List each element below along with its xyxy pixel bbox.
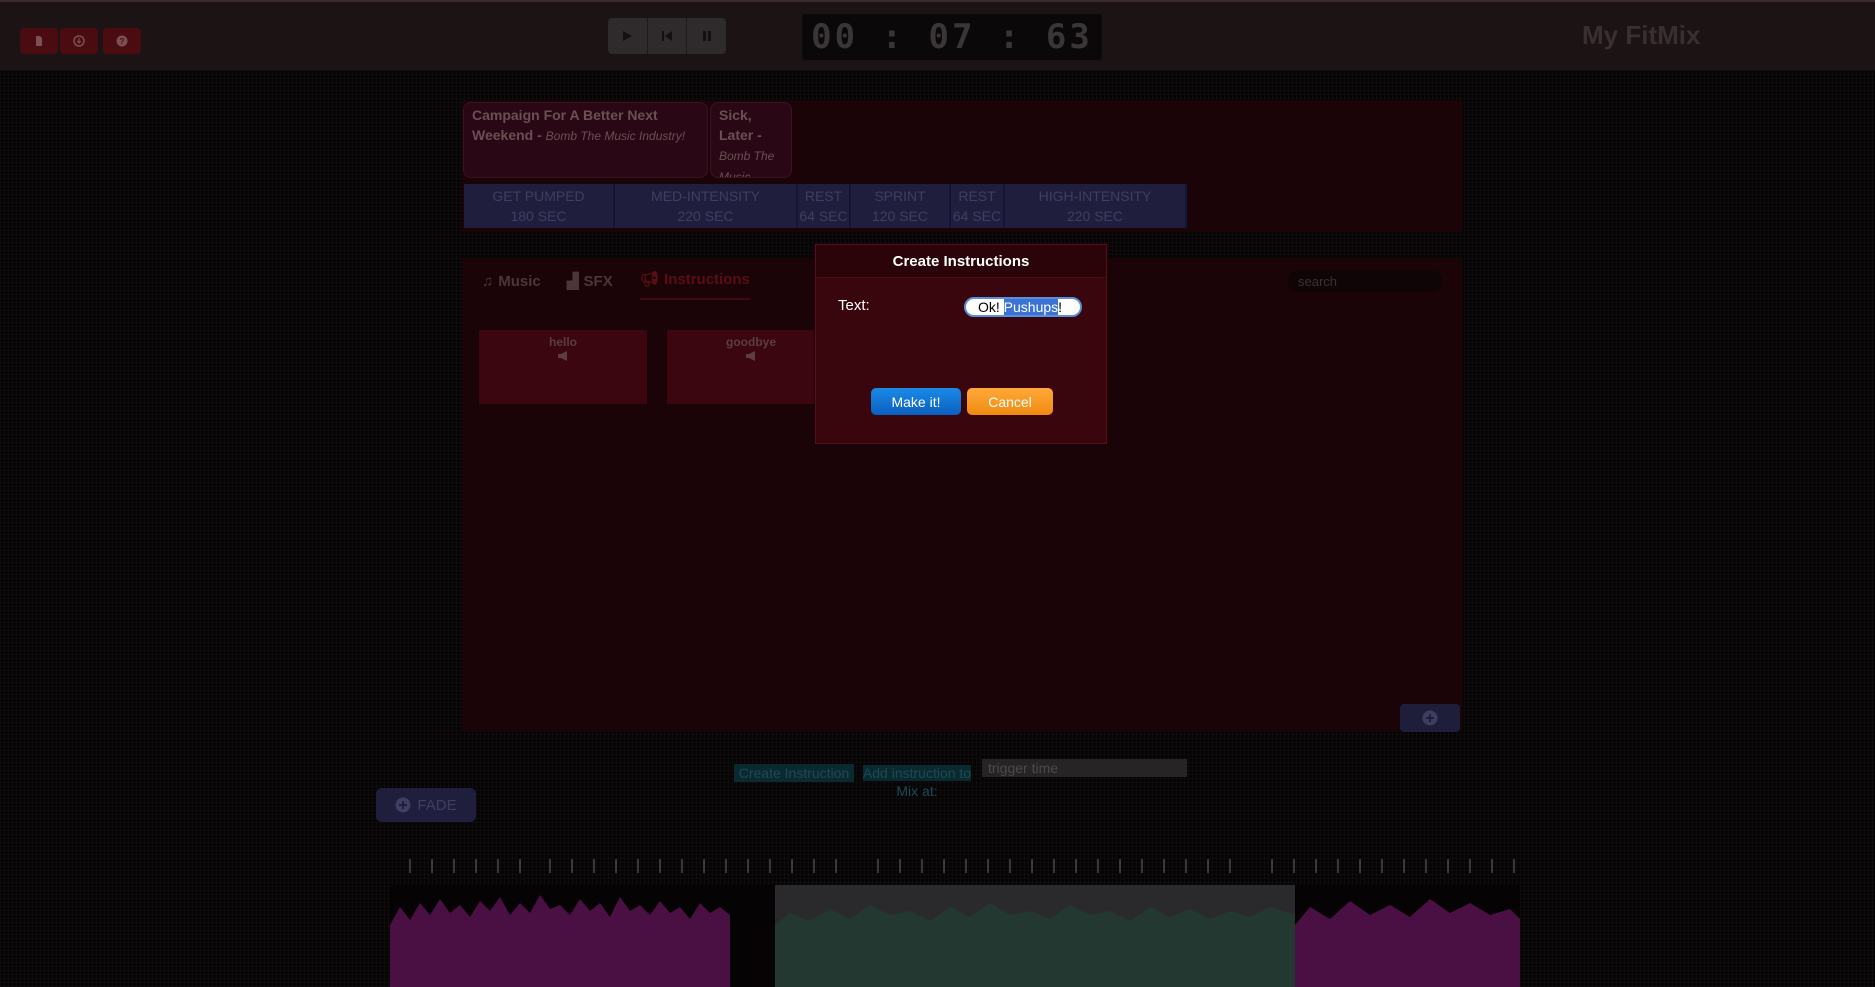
tab-sfx[interactable]: ▟ SFX: [567, 268, 613, 294]
pause-icon: [702, 31, 711, 41]
instruction-card[interactable]: goodbye: [667, 330, 835, 404]
create-instruction-button[interactable]: Create Instruction: [734, 764, 854, 782]
card-label: goodbye: [726, 335, 776, 349]
plus-circle-icon: [395, 797, 411, 813]
song-block[interactable]: Campaign For A Better Next Weekend - Bom…: [463, 102, 708, 178]
svg-text:?: ?: [120, 37, 125, 46]
card-label: hello: [548, 335, 577, 349]
megaphone-icon: [558, 351, 567, 361]
add-button[interactable]: [1400, 704, 1460, 732]
new-file-button[interactable]: [20, 28, 58, 54]
input-text-prefix: Ok!: [978, 299, 1004, 315]
input-text-selection: Pushups: [1003, 299, 1059, 315]
instruction-card[interactable]: hello: [479, 330, 647, 404]
segment-block[interactable]: HIGH-INTENSITY 220 SEC: [1005, 184, 1187, 228]
workout-segments: GET PUMPED 180 SEC MED-INTENSITY 220 SEC R…: [464, 184, 1187, 228]
segment-name: REST: [958, 188, 996, 204]
segment-duration: 64 SEC: [952, 208, 1002, 224]
rewind-button[interactable]: [648, 18, 688, 54]
plus-circle-icon: [1422, 710, 1438, 726]
add-instruction-label-2: Mix at:: [896, 783, 938, 799]
tab-instructions[interactable]: 📢︎ Instructions: [640, 266, 750, 300]
segment-name: REST: [804, 188, 843, 204]
help-icon: ?: [116, 35, 128, 47]
equalizer-icon: ▟: [567, 273, 579, 290]
fade-label: FADE: [417, 796, 457, 814]
segment-block[interactable]: SPRINT 120 SEC: [851, 184, 951, 228]
input-text-suffix: !: [1058, 299, 1063, 315]
instruction-text-input[interactable]: Ok! Pushups!: [964, 297, 1082, 317]
file-icon: [36, 36, 42, 46]
trigger-time-input[interactable]: [982, 759, 1187, 777]
music-note-icon: ♫: [482, 272, 494, 290]
segment-duration: 220 SEC: [1066, 208, 1124, 224]
help-button[interactable]: ?: [103, 28, 141, 54]
search-input[interactable]: [1288, 270, 1442, 292]
play-icon: [623, 31, 633, 41]
download-icon: [73, 35, 85, 47]
playback-timer: 00 : 07 : 63: [802, 14, 1102, 60]
megaphone-icon: 📢︎: [640, 271, 660, 288]
megaphone-icon: [746, 351, 755, 361]
skip-back-icon: [662, 31, 672, 41]
download-button[interactable]: [60, 28, 98, 54]
create-instructions-dialog: Create Instructions Text: Ok! Pushups! M…: [815, 244, 1107, 444]
segment-duration: 180 SEC: [510, 208, 567, 224]
tab-label: Instructions: [664, 270, 750, 288]
dialog-title: Create Instructions: [816, 245, 1106, 278]
song-block[interactable]: Sick, Later - Bomb The Music: [710, 102, 792, 178]
transport-controls: [608, 18, 726, 54]
timeline-ruler: [409, 859, 1515, 873]
tab-label: Music: [498, 272, 541, 290]
add-instruction-button[interactable]: Add instruction to Mix at:: [858, 764, 976, 800]
segment-name: HIGH-INTENSITY: [1038, 188, 1152, 204]
tab-music[interactable]: ♫ Music: [482, 268, 541, 294]
segment-block[interactable]: REST 64 SEC: [798, 184, 851, 228]
audio-waveform: [390, 885, 1520, 987]
song-artist: Bomb The Music Industry!: [545, 129, 686, 143]
app-brand: My FitMix: [1582, 20, 1701, 50]
segment-block[interactable]: REST 64 SEC: [951, 184, 1005, 228]
segment-name: SPRINT: [874, 188, 926, 204]
song-title: Sick, Later -: [719, 107, 762, 143]
add-instruction-label: Add instruction to: [862, 765, 972, 781]
app-page: ? 00 : 07 : 63 My FitMix Campaign For A …: [0, 0, 1875, 987]
tab-label: SFX: [583, 272, 613, 290]
segment-duration: 120 SEC: [871, 208, 929, 224]
text-field-label: Text:: [838, 297, 870, 314]
top-bar: ? 00 : 07 : 63 My FitMix: [0, 0, 1875, 70]
segment-block[interactable]: GET PUMPED 180 SEC: [464, 184, 615, 228]
segment-name: MED-INTENSITY: [651, 188, 760, 204]
play-button[interactable]: [608, 18, 648, 54]
pause-button[interactable]: [687, 18, 726, 54]
make-it-button[interactable]: Make it!: [871, 388, 961, 415]
segment-duration: 64 SEC: [799, 208, 848, 224]
fade-button[interactable]: FADE: [376, 788, 476, 822]
cancel-button[interactable]: Cancel: [967, 388, 1053, 415]
song-artist: Bomb The Music: [719, 149, 775, 178]
segment-duration: 220 SEC: [677, 208, 734, 224]
waveform-left: [390, 895, 730, 987]
segment-block[interactable]: MED-INTENSITY 220 SEC: [615, 184, 798, 228]
segment-name: GET PUMPED: [492, 188, 585, 204]
